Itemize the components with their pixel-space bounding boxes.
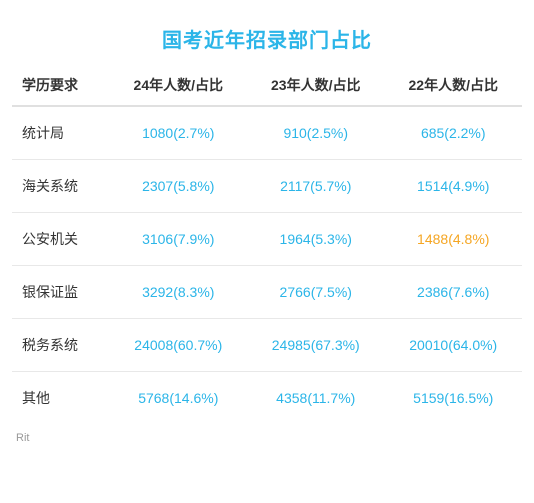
- cell-y23: 24985(67.3%): [247, 319, 384, 372]
- table-row: 统计局1080(2.7%)910(2.5%)685(2.2%): [12, 106, 522, 160]
- cell-y23: 2117(5.7%): [247, 160, 384, 213]
- cell-y23: 2766(7.5%): [247, 266, 384, 319]
- cell-y22: 685(2.2%): [384, 106, 522, 160]
- cell-dept: 统计局: [12, 106, 110, 160]
- cell-dept: 公安机关: [12, 213, 110, 266]
- cell-y24: 1080(2.7%): [110, 106, 247, 160]
- table-row: 海关系统2307(5.8%)2117(5.7%)1514(4.9%): [12, 160, 522, 213]
- table-header-row: 学历要求 24年人数/占比 23年人数/占比 22年人数/占比: [12, 65, 522, 106]
- cell-dept: 海关系统: [12, 160, 110, 213]
- cell-y23: 1964(5.3%): [247, 213, 384, 266]
- cell-y22: 5159(16.5%): [384, 372, 522, 425]
- cell-dept: 银保证监: [12, 266, 110, 319]
- main-container: 国考近年招录部门占比 学历要求 24年人数/占比 23年人数/占比 22年人数/…: [12, 10, 522, 448]
- header-y23: 23年人数/占比: [247, 65, 384, 106]
- table-row: 公安机关3106(7.9%)1964(5.3%)1488(4.8%): [12, 213, 522, 266]
- table-row: 其他5768(14.6%)4358(11.7%)5159(16.5%): [12, 372, 522, 425]
- table-row: 税务系统24008(60.7%)24985(67.3%)20010(64.0%): [12, 319, 522, 372]
- cell-y24: 3292(8.3%): [110, 266, 247, 319]
- data-table: 学历要求 24年人数/占比 23年人数/占比 22年人数/占比 统计局1080(…: [12, 65, 522, 424]
- table-row: 银保证监3292(8.3%)2766(7.5%)2386(7.6%): [12, 266, 522, 319]
- cell-y23: 910(2.5%): [247, 106, 384, 160]
- cell-y24: 3106(7.9%): [110, 213, 247, 266]
- cell-dept: 税务系统: [12, 319, 110, 372]
- footer-text: Rit: [12, 424, 522, 448]
- cell-y23: 4358(11.7%): [247, 372, 384, 425]
- cell-dept: 其他: [12, 372, 110, 425]
- cell-y24: 24008(60.7%): [110, 319, 247, 372]
- cell-y22: 2386(7.6%): [384, 266, 522, 319]
- header-y24: 24年人数/占比: [110, 65, 247, 106]
- header-y22: 22年人数/占比: [384, 65, 522, 106]
- cell-y22: 1488(4.8%): [384, 213, 522, 266]
- cell-y22: 1514(4.9%): [384, 160, 522, 213]
- cell-y24: 5768(14.6%): [110, 372, 247, 425]
- page-title: 国考近年招录部门占比: [12, 10, 522, 65]
- cell-y24: 2307(5.8%): [110, 160, 247, 213]
- header-dept: 学历要求: [12, 65, 110, 106]
- cell-y22: 20010(64.0%): [384, 319, 522, 372]
